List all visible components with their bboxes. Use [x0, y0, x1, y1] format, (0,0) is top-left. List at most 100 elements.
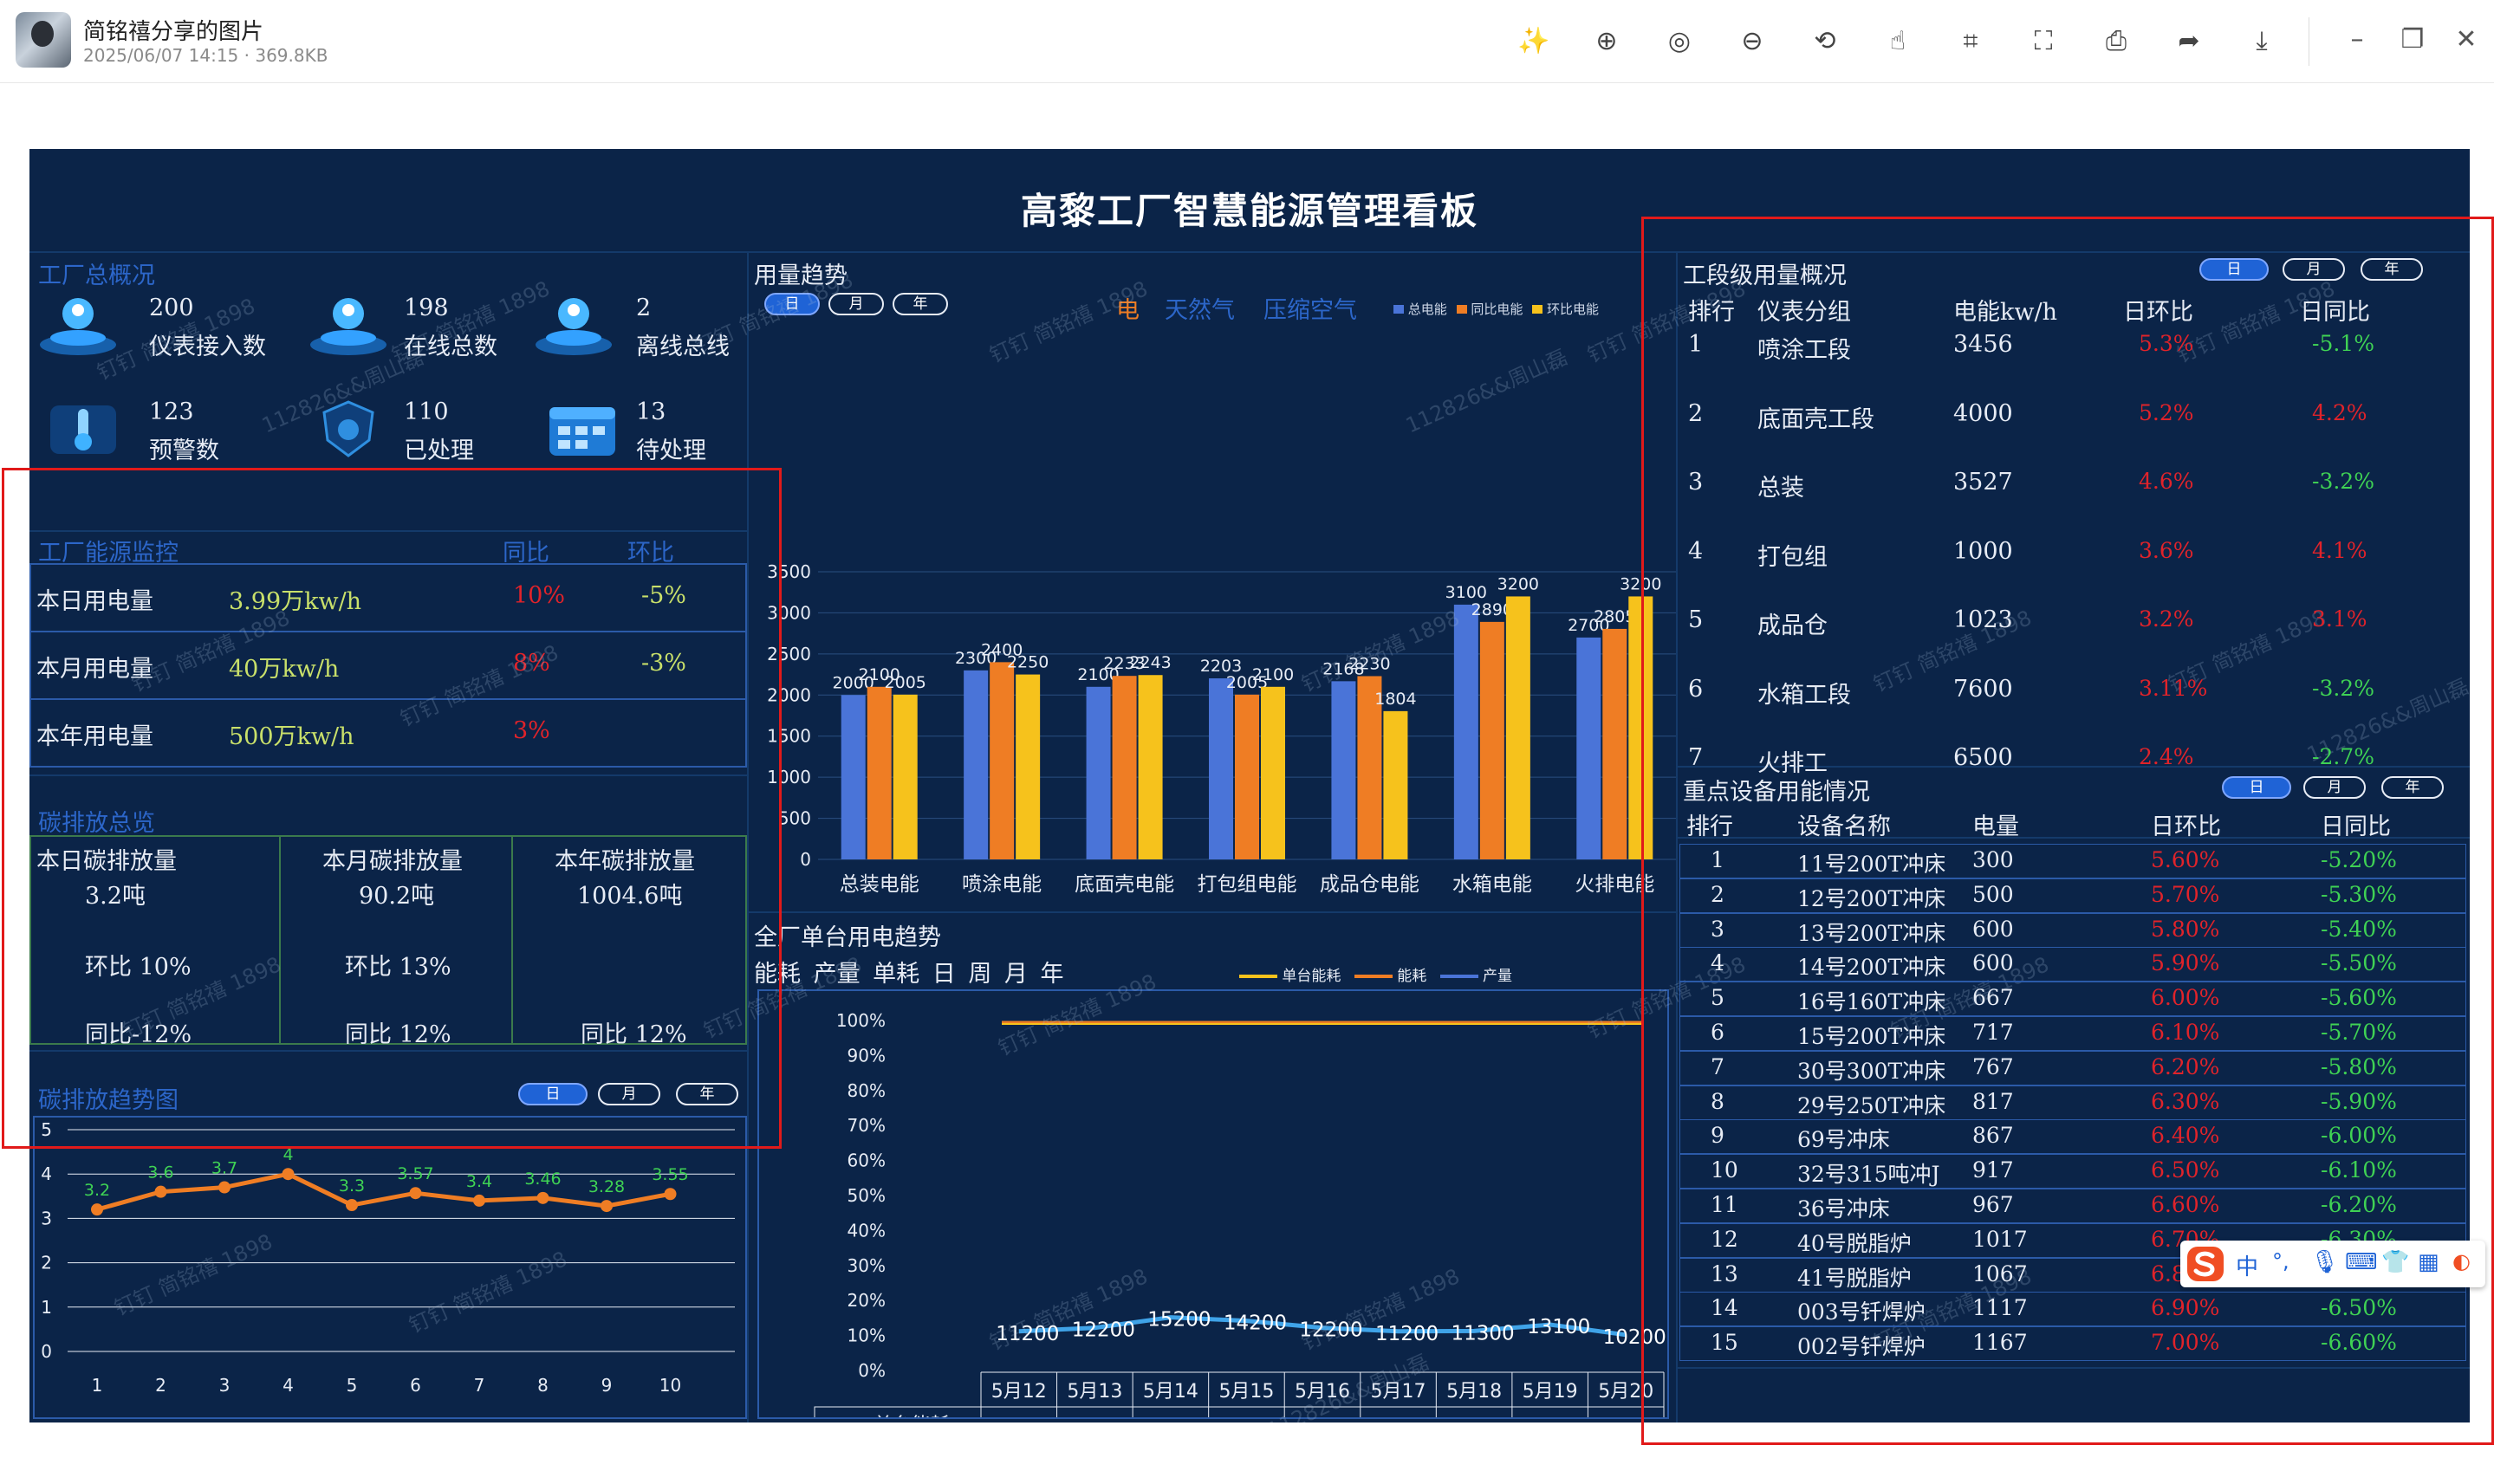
magic-icon[interactable]: ✨ [1517, 24, 1551, 59]
x-tick-label: 5月14 [1143, 1381, 1198, 1403]
x-tick-label: 5月17 [1371, 1381, 1426, 1403]
bar [1505, 596, 1530, 859]
x-tick-label: 5月12 [991, 1381, 1047, 1403]
ime-mode-chinese[interactable]: 中 [2236, 1249, 2258, 1281]
y-tick-label: 20% [848, 1290, 886, 1311]
usage-type-gas[interactable]: 天然气 [1165, 291, 1235, 325]
warning-thermometer-icon [50, 405, 116, 454]
point-value-label: 3.46 [524, 1170, 561, 1189]
point-value-label: 11300 [1452, 1322, 1515, 1345]
sender-avatar [16, 12, 71, 68]
crop-icon[interactable]: ⛶ [2026, 24, 2061, 59]
annotation-box-left [2, 468, 782, 1149]
cell-value: 2.96 [1152, 1415, 1191, 1417]
point-value-label: 3.57 [397, 1164, 433, 1183]
legend-label: 环比电能 [1546, 301, 1599, 317]
carbon-point [409, 1187, 422, 1200]
point-value-label: 3.28 [588, 1177, 625, 1196]
carbon-point [218, 1181, 231, 1194]
ime-punctuation[interactable]: °, [2272, 1249, 2289, 1273]
viewer-titlebar: 简铭禧分享的图片 2025/06/07 14:15 · 369.8KB ✨ ⊕ … [0, 0, 2494, 83]
usage-tab-month[interactable]: 月 [828, 293, 884, 315]
y-tick-label: 40% [848, 1220, 886, 1241]
unit-trend-filters[interactable]: 能耗 产量 单耗 日 周 月 年 [754, 955, 1064, 988]
overview-value: 110 [404, 399, 449, 425]
rotate-icon[interactable]: ⟲ [1808, 24, 1842, 59]
overview-label: 已处理 [404, 437, 474, 464]
cell-value: 4.47 [1607, 1415, 1646, 1417]
point-value-label: 3.3 [339, 1176, 365, 1196]
download-icon[interactable]: ⤓ [2244, 24, 2279, 59]
x-tick-label: 7 [474, 1375, 485, 1396]
x-tick-label: 2 [155, 1375, 166, 1396]
x-tick-label: 1 [92, 1375, 103, 1396]
y-tick-label: 100% [836, 1010, 886, 1031]
microphone-icon[interactable]: 🎙 [2310, 1249, 2339, 1275]
bar [1331, 681, 1356, 859]
legend-swatch [1456, 305, 1467, 314]
cell-value: 3.94 [1455, 1415, 1494, 1417]
share-icon[interactable]: ➦ [2172, 24, 2206, 59]
y-tick-label: 80% [848, 1080, 886, 1101]
bar-value-label: 2005 [885, 673, 926, 692]
point-value-label: 3.6 [147, 1163, 173, 1183]
y-tick-label: 30% [848, 1255, 886, 1276]
bar [1086, 686, 1111, 859]
y-tick-label: 90% [848, 1045, 886, 1066]
usage-title: 用量趋势 [754, 262, 848, 289]
point-value-label: 11200 [996, 1323, 1059, 1345]
cell-value: 3.57 [1303, 1415, 1342, 1417]
restore-icon[interactable]: ❐ [2395, 23, 2430, 57]
y-tick-label: 4 [41, 1163, 52, 1184]
point-value-label: 3.55 [652, 1165, 688, 1184]
usage-legend: 总电能 同比电能 环比电能 [1393, 300, 1599, 318]
bar [990, 662, 1015, 859]
y-tick-label: 10% [848, 1325, 886, 1346]
bar [1576, 637, 1601, 859]
x-tick-label: 5月16 [1295, 1381, 1350, 1403]
carbon-point [601, 1200, 613, 1213]
overview-label: 待处理 [636, 437, 706, 464]
ime-toolbar[interactable]: 中 °, 🎙 ⌨ 👕 ▦ ◐ [2180, 1241, 2485, 1287]
x-category-label: 打包组电能 [1198, 873, 1297, 896]
ime-mascot-icon[interactable]: ◐ [2452, 1249, 2471, 1273]
skin-shirt-icon[interactable]: 👕 [2381, 1249, 2409, 1275]
carbon-point [664, 1188, 677, 1201]
legend-label: 能耗 [1397, 968, 1427, 985]
point-value-label: 11200 [1375, 1323, 1439, 1345]
y-tick-label: 50% [848, 1185, 886, 1206]
print-icon[interactable]: ⎙ [2099, 24, 2134, 59]
legend-label: 单台能耗 [1282, 968, 1341, 985]
x-category-label: 喷涂电能 [962, 873, 1042, 896]
usage-tab-day[interactable]: 日 [764, 293, 820, 315]
toolbox-grid-icon[interactable]: ▦ [2418, 1249, 2439, 1275]
fit-icon[interactable]: ◎ [1662, 24, 1697, 59]
bar-value-label: 2250 [1007, 653, 1049, 672]
zoom-in-icon[interactable]: ⊕ [1589, 24, 1624, 59]
bar-value-label: 2230 [1348, 654, 1390, 673]
overview-label: 预警数 [149, 437, 219, 464]
y-tick-label: 60% [848, 1150, 886, 1171]
usage-type-air[interactable]: 压缩空气 [1263, 291, 1357, 325]
bar [1235, 694, 1259, 859]
usage-type-electric[interactable]: 电 [1116, 291, 1140, 325]
bar [964, 670, 989, 859]
carbon-point [536, 1191, 549, 1204]
bar-value-label: 3200 [1497, 574, 1539, 593]
y-tick-label: 70% [848, 1115, 886, 1136]
legend-swatch [1354, 975, 1393, 978]
overview-label: 在线总数 [404, 334, 497, 360]
zoom-out-icon[interactable]: ⊖ [1735, 24, 1770, 59]
minimize-icon[interactable]: – [2340, 23, 2374, 57]
cell-value: 3.24 [1227, 1415, 1266, 1417]
keyboard-icon[interactable]: ⌨ [2345, 1249, 2378, 1275]
cell-value: 3.49 [1530, 1415, 1569, 1417]
bar [1479, 621, 1504, 859]
hand-icon[interactable]: ☝ [1880, 24, 1915, 59]
x-tick-label: 3 [219, 1375, 231, 1396]
ocr-icon[interactable]: ⌗ [1953, 24, 1988, 59]
usage-tab-year[interactable]: 年 [893, 293, 948, 315]
close-icon[interactable]: ✕ [2449, 23, 2484, 57]
x-tick-label: 5月15 [1218, 1381, 1274, 1403]
y-tick-label: 0% [858, 1360, 886, 1381]
